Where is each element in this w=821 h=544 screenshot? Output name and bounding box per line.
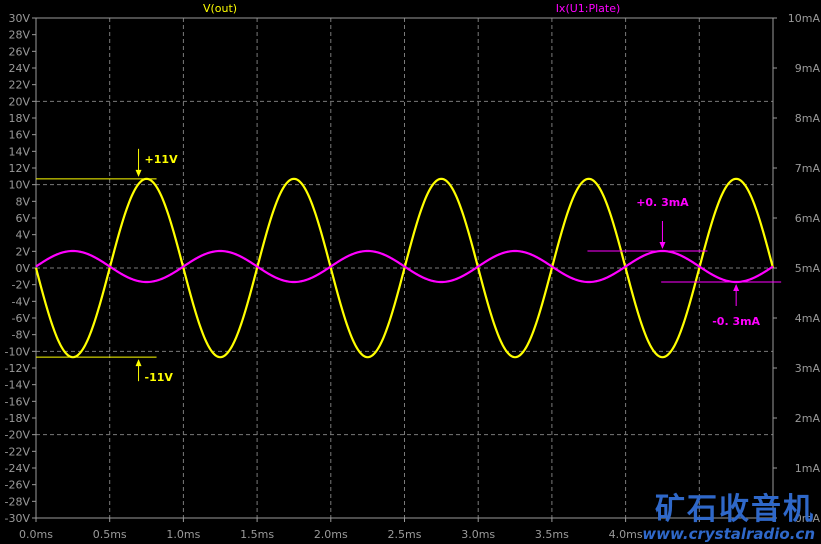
y-left-tick-label: -22V <box>5 445 31 458</box>
watermark-title: 矿石收音机 <box>655 492 815 527</box>
y-left-tick-label: -16V <box>5 395 31 408</box>
annotation-label: +0. 3mA <box>636 196 689 209</box>
y-left-tick-label: -18V <box>5 412 31 425</box>
y-left-tick-label: 2V <box>15 245 30 258</box>
y-left-tick-label: -12V <box>5 362 31 375</box>
annotation-label: +11V <box>145 153 179 166</box>
annotation-arrow-head <box>135 359 142 367</box>
y-left-tick-label: 10V <box>8 179 30 192</box>
x-tick-label: 1.0ms <box>166 528 200 541</box>
y-right-tick-label: 6mA <box>795 212 821 225</box>
y-left-tick-label: 4V <box>15 229 30 242</box>
legend-entry: V(out) <box>203 2 237 15</box>
y-left-tick-label: 8V <box>15 195 30 208</box>
y-left-tick-label: 0V <box>15 262 30 275</box>
y-right-tick-label: 9mA <box>795 62 821 75</box>
legend-entry: Ix(U1:Plate) <box>556 2 621 15</box>
y-left-tick-label: -14V <box>5 379 31 392</box>
y-left-tick-label: -26V <box>5 479 31 492</box>
y-right-tick-label: 10mA <box>788 12 821 25</box>
y-left-axis: 30V 28V 26V 24V 22V 20V 18V 16V 14V 12V 10V 8V 6V 4V 2… <box>5 12 36 525</box>
x-tick-label: 2.0ms <box>314 528 348 541</box>
y-left-tick-label: 30V <box>8 12 30 25</box>
x-tick-label: 1.5ms <box>240 528 274 541</box>
plot-area: 30V 28V 26V 24V 22V 20V 18V 16V 14V 12V 10V 8V 6V 4V 2… <box>5 2 821 541</box>
y-left-tick-label: -30V <box>5 512 31 525</box>
y-left-tick-label: 20V <box>8 95 30 108</box>
annotation-arrow-head <box>659 242 666 249</box>
legend: V(out) Ix(U1:Plate) <box>203 2 620 15</box>
y-left-tick-label: -24V <box>5 462 31 475</box>
y-left-tick-label: 24V <box>8 62 30 75</box>
x-tick-label: 0.0ms <box>19 528 53 541</box>
x-tick-label: 4.0ms <box>609 528 643 541</box>
watermark: 矿石收音机 www.crystalradio.cn <box>642 492 815 543</box>
x-tick-label: 2.5ms <box>388 528 422 541</box>
y-right-tick-label: 1mA <box>795 462 821 475</box>
y-right-tick-label: 3mA <box>795 362 821 375</box>
annotation-label: -0. 3mA <box>712 315 760 328</box>
y-left-tick-label: -28V <box>5 495 31 508</box>
y-right-tick-label: 8mA <box>795 112 821 125</box>
y-left-tick-label: 6V <box>15 212 30 225</box>
y-left-tick-label: 22V <box>8 79 30 92</box>
y-right-tick-label: 5mA <box>795 262 821 275</box>
annotation-arrow-head <box>733 284 740 291</box>
y-left-tick-label: -4V <box>12 295 31 308</box>
annotations: +11V -11V +0. 3mA -0. 3mA <box>36 148 782 384</box>
y-left-tick-label: 14V <box>8 145 30 158</box>
y-right-axis: 10mA9mA8mA7mA6mA5mA4mA3mA2mA1mA0mA <box>773 12 820 525</box>
x-tick-label: 3.0ms <box>461 528 495 541</box>
y-left-tick-label: -8V <box>12 329 31 342</box>
x-tick-label: 0.5ms <box>93 528 127 541</box>
y-left-tick-label: 18V <box>8 112 30 125</box>
annotation-label: -11V <box>145 371 174 384</box>
y-left-tick-label: -10V <box>5 345 31 358</box>
y-left-tick-label: 12V <box>8 162 30 175</box>
y-right-tick-label: 4mA <box>795 312 821 325</box>
x-tick-label: 3.5ms <box>535 528 569 541</box>
y-right-tick-label: 2mA <box>795 412 821 425</box>
y-left-tick-label: -2V <box>12 279 31 292</box>
y-left-tick-label: -20V <box>5 429 31 442</box>
y-left-tick-label: 16V <box>8 129 30 142</box>
watermark-url: www.crystalradio.cn <box>642 525 815 543</box>
y-right-tick-label: 7mA <box>795 162 821 175</box>
annotation-arrow-head <box>135 169 142 177</box>
y-left-tick-label: 26V <box>8 45 30 58</box>
y-left-tick-label: -6V <box>12 312 31 325</box>
y-left-tick-label: 28V <box>8 29 30 42</box>
